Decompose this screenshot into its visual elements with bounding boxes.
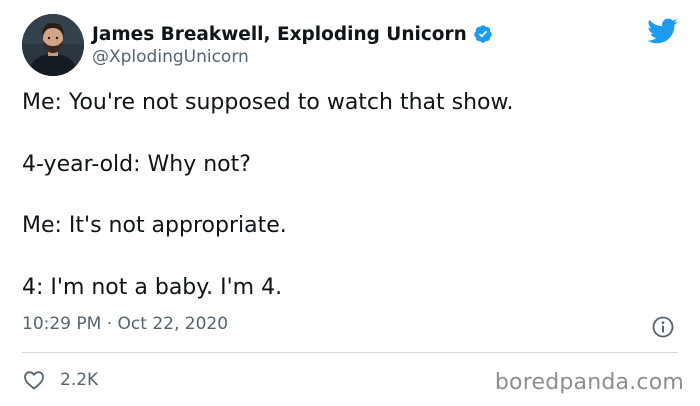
tweet-line: Me: You're not supposed to watch that sh… [22, 90, 514, 115]
verified-badge-icon [474, 25, 492, 43]
heart-icon[interactable] [22, 368, 46, 392]
tweet-text: Me: You're not supposed to watch that sh… [22, 88, 672, 303]
tweet-line: Me: It's not appropriate. [22, 213, 287, 238]
like-count: 2.2K [60, 370, 99, 390]
tweet-line: 4: I'm not a baby. I'm 4. [22, 274, 283, 300]
author-handle[interactable]: @XplodingUnicorn [92, 47, 249, 67]
info-icon[interactable] [651, 315, 675, 339]
author-display-name[interactable]: James Breakwell, Exploding Unicorn [92, 24, 467, 45]
tweet-line: 4-year-old: Why not? [22, 151, 251, 177]
like-action[interactable]: 2.2K [22, 367, 98, 393]
twitter-bird-icon[interactable] [646, 15, 678, 47]
watermark: boredpanda.com [494, 370, 684, 395]
avatar-photo [22, 14, 84, 76]
divider [22, 352, 678, 353]
avatar[interactable] [22, 14, 84, 76]
tweet-timestamp[interactable]: 10:29 PM · Oct 22, 2020 [22, 314, 228, 334]
author-name-row: James Breakwell, Exploding Unicorn [92, 22, 493, 46]
